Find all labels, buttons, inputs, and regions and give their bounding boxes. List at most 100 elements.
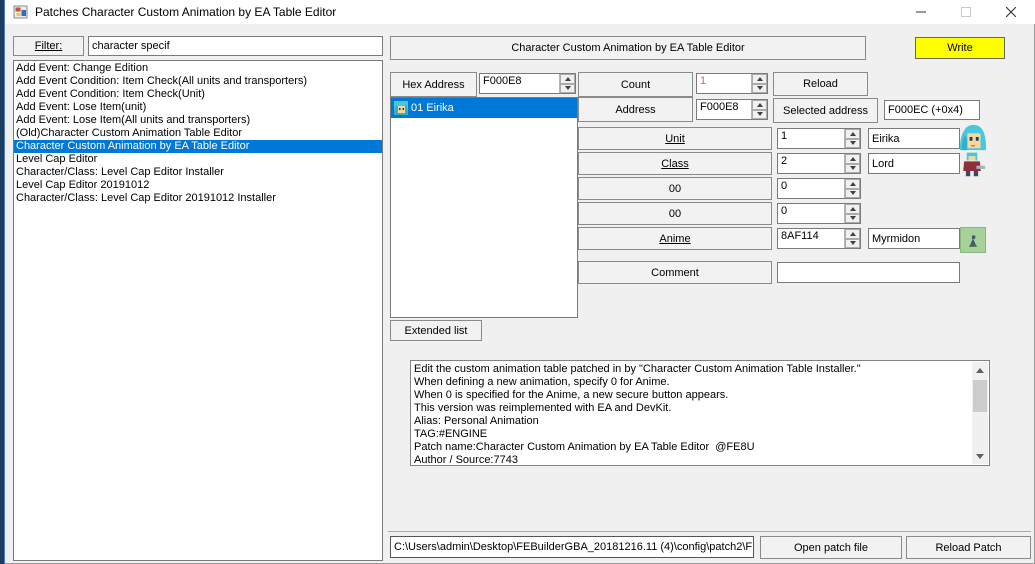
address-button[interactable]: Address [578,97,693,122]
open-patch-file-button[interactable]: Open patch file [760,536,902,559]
hex-address-label: Hex Address [402,78,465,91]
patch-list-item[interactable]: (Old)Character Custom Animation Table Ed… [14,127,382,140]
spin-down-icon[interactable] [752,83,767,93]
byte1-button[interactable]: 00 [578,177,772,200]
comment-label: Comment [651,266,699,279]
filter-button-label: Filter: [34,40,63,52]
byte1-value: 0 [781,180,788,192]
reload-button[interactable]: Reload [773,72,868,96]
description-text: Edit the custom animation table patched … [414,363,861,465]
titlebar: Patches Character Custom Animation by EA… [5,0,1035,24]
entry-list-item-selected[interactable]: 01 Eirika [391,98,577,118]
count-label: Count [620,78,651,91]
byte2-button[interactable]: 00 [578,202,772,225]
patch-list-item[interactable]: Character/Class: Level Cap Editor Instal… [14,166,382,179]
spin-down-icon[interactable] [560,83,575,93]
selected-address-label: Selected address [783,104,868,117]
byte2-spinner[interactable]: 0 [777,203,861,224]
patch-list-item[interactable]: Add Event: Change Edition [14,62,382,75]
unit-button[interactable]: Unit [578,127,772,150]
comment-field[interactable] [777,262,960,283]
patch-path-field[interactable]: C:\Users\admin\Desktop\FEBuilderGBA_2018… [390,536,754,558]
minimize-icon[interactable] [898,0,943,24]
unit-name-field[interactable]: Eirika [868,128,960,149]
eirika-portrait-icon [393,100,409,116]
scrollbar-thumb[interactable] [973,380,987,412]
write-button[interactable]: Write [915,37,1005,59]
patch-list-item[interactable]: Add Event: Lose Item(unit) [14,101,382,114]
byte1-spinner[interactable]: 0 [777,178,861,199]
patch-path-value: C:\Users\admin\Desktop\FEBuilderGBA_2018… [394,541,754,553]
unit-label: Unit [665,132,685,145]
reload-button-label: Reload [803,78,838,90]
class-label: Class [661,157,689,170]
reload-patch-label: Reload Patch [935,541,1002,554]
reload-patch-button[interactable]: Reload Patch [906,536,1031,559]
anime-preview-button[interactable] [960,227,986,253]
spin-down-icon[interactable] [845,188,860,198]
address-label: Address [615,103,656,116]
class-button[interactable]: Class [578,152,772,175]
filter-button[interactable]: Filter: [13,36,84,56]
spin-down-icon[interactable] [752,109,767,119]
class-name-value: Lord [872,157,895,170]
patch-list-item[interactable]: Character/Class: Level Cap Editor 201910… [14,192,382,205]
spin-down-icon[interactable] [845,138,860,148]
hex-address-button[interactable]: Hex Address [390,72,477,97]
patch-title-button[interactable]: Character Custom Animation by EA Table E… [390,36,866,60]
description-scrollbar[interactable] [972,362,988,464]
unit-spinner[interactable]: 1 [777,128,861,149]
spin-down-icon[interactable] [845,213,860,223]
selected-address-field[interactable]: F000EC (+0x4) [884,100,980,120]
class-spinner[interactable]: 2 [777,153,861,174]
anime-value: 8AF114 [781,230,819,242]
count-button[interactable]: Count [578,72,693,97]
patch-list-item[interactable]: Level Cap Editor [14,153,382,166]
window-title: Patches Character Custom Animation by EA… [35,5,337,19]
anime-name-field[interactable]: Myrmidon [868,228,960,249]
spin-down-icon[interactable] [845,163,860,173]
spin-up-icon[interactable] [845,229,860,239]
address-spinner[interactable]: F000E8 [696,99,768,120]
app-form-icon [13,4,29,20]
spin-up-icon[interactable] [560,74,575,84]
patch-title-label: Character Custom Animation by EA Table E… [511,42,745,54]
spin-up-icon[interactable] [845,179,860,189]
description-box: Edit the custom animation table patched … [410,360,990,466]
count-spinner[interactable]: 1 [696,73,768,94]
hex-address-spinner[interactable]: F000E8 [479,73,576,94]
anime-sprite-icon [969,235,977,247]
patch-list: Add Event: Change Edition Add Event Cond… [13,60,383,561]
spin-up-icon[interactable] [845,204,860,214]
anime-spinner[interactable]: 8AF114 [777,228,861,249]
spin-up-icon[interactable] [752,100,767,110]
unit-portrait-icon [958,122,988,152]
screen: Patches Character Custom Animation by EA… [0,0,1035,564]
scroll-up-icon[interactable] [972,362,988,378]
spin-down-icon[interactable] [845,238,860,248]
spin-up-icon[interactable] [752,74,767,84]
patch-list-item[interactable]: Add Event: Lose Item(All units and trans… [14,114,382,127]
patch-list-item[interactable]: Add Event Condition: Item Check(All unit… [14,75,382,88]
byte2-value: 0 [781,205,788,217]
filter-input[interactable]: character specif [88,36,383,56]
unit-value: 1 [781,130,788,142]
maximize-icon[interactable] [943,0,988,24]
selected-address-button[interactable]: Selected address [773,98,878,123]
class-name-field[interactable]: Lord [868,153,960,174]
patch-list-item-selected[interactable]: Character Custom Animation by EA Table E… [14,140,382,153]
class-value: 2 [781,155,788,167]
spin-up-icon[interactable] [845,154,860,164]
extended-list-button[interactable]: Extended list [390,320,482,341]
patch-list-item[interactable]: Level Cap Editor 20191012 [14,179,382,192]
filter-input-value: character specif [92,40,170,52]
entry-item-label: 01 Eirika [411,102,454,114]
byte2-label: 00 [668,207,682,220]
write-button-label: Write [947,42,973,54]
spin-up-icon[interactable] [845,129,860,139]
scroll-down-icon[interactable] [972,448,988,464]
patch-list-item[interactable]: Add Event Condition: Item Check(Unit) [14,88,382,101]
close-icon[interactable] [988,0,1033,24]
comment-button[interactable]: Comment [578,261,772,284]
anime-button[interactable]: Anime [578,227,772,250]
